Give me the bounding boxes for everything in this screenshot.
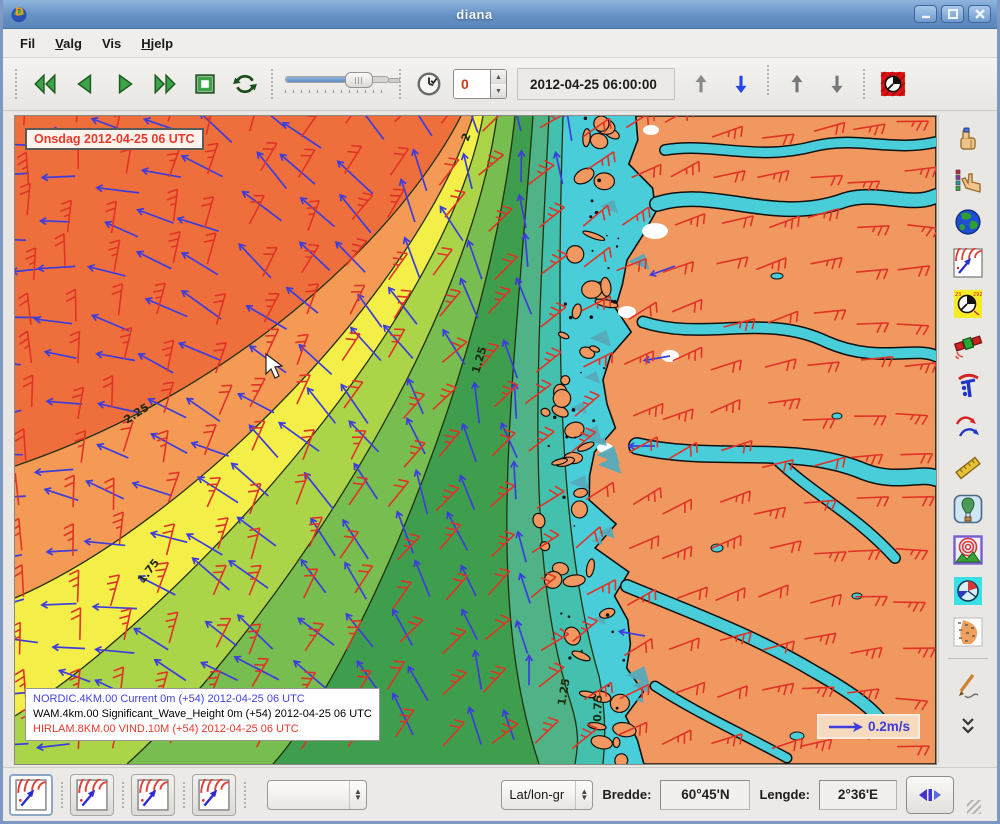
quick-field-button-3[interactable] — [131, 774, 175, 816]
current-scale-legend: 0.2m/s — [817, 714, 920, 739]
svg-text:23: 23 — [955, 292, 961, 298]
weather-map[interactable]: 2.2521.751.251.250.75 — [15, 116, 936, 764]
latitude-label: Bredde: — [602, 787, 651, 802]
sidebar-button-trajectory[interactable] — [951, 410, 985, 444]
sidebar-button-chevron-more[interactable] — [951, 709, 985, 743]
spinbox-down-icon[interactable]: ▼ — [491, 84, 506, 98]
window-title: diana — [35, 7, 914, 22]
maximize-button[interactable] — [941, 5, 964, 23]
latitude-value: 60°45'N — [660, 780, 750, 810]
sidebar-button-globe[interactable] — [951, 205, 985, 239]
quickmenu-combobox[interactable]: ▲▼ — [267, 780, 367, 810]
legend-line: HIRLAM.8KM.00 VIND.10M (+54) 2012-04-25 … — [33, 722, 372, 737]
diana-logo-icon: D — [9, 4, 29, 24]
svg-text:D: D — [15, 6, 24, 19]
animation-speed-slider[interactable] — [285, 76, 389, 93]
toolbar-grip[interactable] — [271, 69, 275, 99]
statusbar-grip — [244, 782, 248, 808]
loop-button[interactable] — [225, 65, 265, 103]
statusbar-grip — [61, 782, 65, 808]
menu-item-vis[interactable]: Vis — [93, 33, 130, 54]
rewind-button[interactable] — [25, 65, 65, 103]
sidebar-button-pen[interactable] — [951, 668, 985, 702]
stop-button[interactable] — [185, 65, 225, 103]
menu-item-valg[interactable]: Valg — [46, 33, 91, 54]
sidebar-button-cross-section[interactable] — [951, 533, 985, 567]
svg-text:292: 292 — [973, 292, 983, 298]
longitude-value: 2°36'E — [819, 780, 897, 810]
menubar: FilValgVisHjelp — [3, 29, 997, 58]
level-up-button[interactable] — [777, 65, 817, 103]
resize-grip[interactable] — [967, 800, 981, 814]
time-step-up-button[interactable] — [681, 65, 721, 103]
sidebar-button-precipitation[interactable] — [951, 615, 985, 649]
fast-forward-button[interactable] — [145, 65, 185, 103]
sidebar-button-ruler[interactable] — [951, 451, 985, 485]
close-button[interactable] — [968, 5, 991, 23]
spinbox-value[interactable]: 0 — [453, 69, 491, 99]
sidebar-button-satellite[interactable] — [951, 328, 985, 362]
sidebar-button-thumbs-up[interactable] — [951, 123, 985, 157]
time-step-down-button[interactable] — [721, 65, 761, 103]
toggle-panel-button[interactable] — [906, 776, 954, 814]
time-offset-spinbox[interactable]: 0 ▲▼ — [453, 69, 507, 99]
right-toolbar: 23 292 — [938, 115, 997, 763]
statusbar-grip — [122, 782, 126, 808]
scale-value: 0.2m/s — [868, 719, 910, 734]
timecontrol-button[interactable] — [873, 65, 913, 103]
contour-label: 0.75 — [591, 695, 605, 723]
titlebar[interactable]: D diana — [3, 0, 997, 29]
projection-combobox[interactable]: Lat/lon-gr ▲▼ — [501, 780, 593, 810]
menu-item-fil[interactable]: Fil — [11, 33, 44, 54]
sidebar-button-vertical-profile[interactable] — [951, 492, 985, 526]
level-down-button[interactable] — [817, 65, 857, 103]
current-time-display: 2012-04-25 06:00:00 — [517, 68, 675, 100]
sidebar-button-wave-spectrum[interactable] — [951, 574, 985, 608]
statusbar: ▲▼ Lat/lon-gr ▲▼ Bredde: 60°45'N Lengde:… — [3, 767, 997, 821]
sidebar-button-profet-hand[interactable] — [951, 164, 985, 198]
legend-line: NORDIC.4KM.00 Current 0m (+54) 2012-04-2… — [33, 692, 372, 707]
toolbar-grip[interactable] — [15, 69, 19, 99]
projection-value: Lat/lon-gr — [509, 787, 564, 802]
toolbar-grip[interactable] — [399, 69, 403, 99]
quick-field-button-1[interactable] — [9, 774, 53, 816]
statusbar-grip — [183, 782, 187, 808]
time-offset-clock-button[interactable] — [409, 65, 449, 103]
scale-arrow-icon — [827, 720, 865, 734]
map-datetime-annotation: Onsdag 2012-04-25 06 UTC — [25, 128, 204, 150]
quick-field-button-2[interactable] — [70, 774, 114, 816]
sidebar-button-objects[interactable] — [951, 369, 985, 403]
sidebar-button-observation[interactable]: 23 292 — [951, 287, 985, 321]
quick-field-button-4[interactable] — [192, 774, 236, 816]
longitude-label: Lengde: — [759, 787, 810, 802]
diana-window: D diana FilValgVisHjelp 0 ▲▼ 2012-04-25 … — [0, 0, 1000, 824]
menu-item-hjelp[interactable]: Hjelp — [132, 33, 182, 54]
minimize-button[interactable] — [914, 5, 937, 23]
spinbox-up-icon[interactable]: ▲ — [491, 70, 506, 84]
map-layer-legend: NORDIC.4KM.00 Current 0m (+54) 2012-04-2… — [25, 688, 380, 741]
map-canvas[interactable]: 2.2521.751.251.250.75 Onsdag 2012-04-25 … — [14, 115, 937, 765]
sidebar-separator — [948, 658, 988, 659]
toolbar-grip[interactable] — [767, 65, 771, 95]
sidebar-button-field[interactable] — [951, 246, 985, 280]
step-back-button[interactable] — [65, 65, 105, 103]
toolbar-grip[interactable] — [863, 69, 867, 99]
legend-line: WAM.4km.00 Significant_Wave_Height 0m (+… — [33, 707, 372, 722]
slider-handle[interactable] — [345, 72, 373, 88]
toolbar: 0 ▲▼ 2012-04-25 06:00:00 — [3, 58, 997, 111]
play-button[interactable] — [105, 65, 145, 103]
